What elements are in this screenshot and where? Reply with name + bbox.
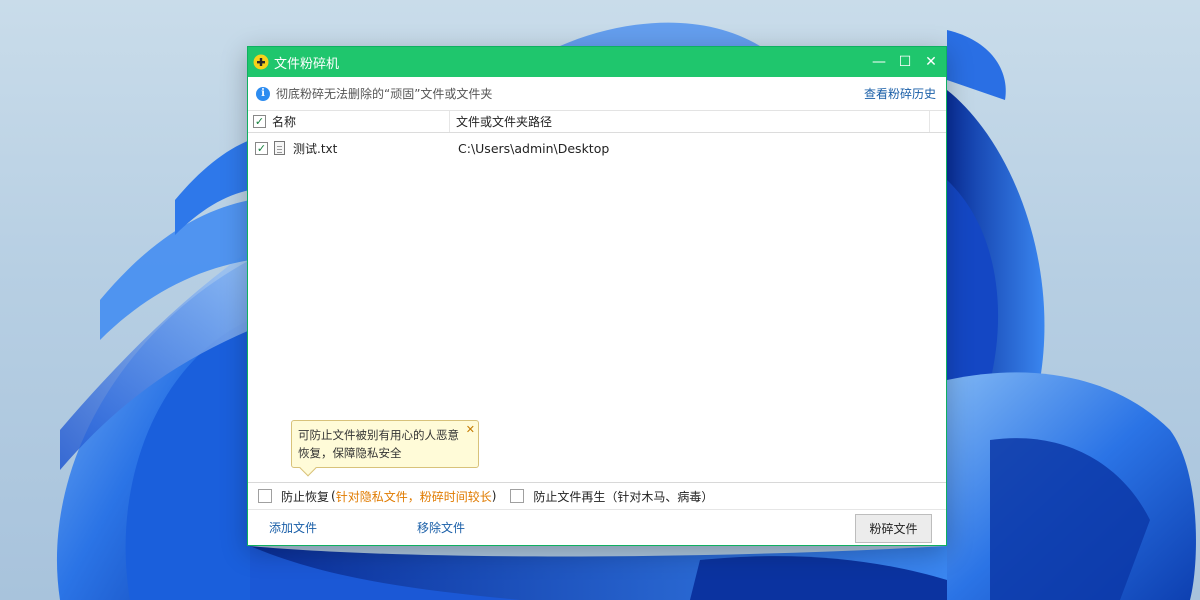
text-file-icon bbox=[274, 141, 285, 155]
maximize-button[interactable]: ☐ bbox=[894, 51, 916, 73]
column-path-label: 文件或文件夹路径 bbox=[456, 115, 553, 129]
window-title: 文件粉碎机 bbox=[274, 56, 340, 72]
file-list-header: 名称 文件或文件夹路径 bbox=[248, 111, 946, 133]
remove-files-link[interactable]: 移除文件 bbox=[417, 519, 465, 536]
prevent-recovery-tooltip: 可防止文件被别有用心的人恶意 恢复，保障隐私安全 ✕ bbox=[291, 420, 479, 477]
select-all-checkbox[interactable] bbox=[253, 115, 266, 128]
prevent-regeneration-checkbox[interactable] bbox=[510, 489, 525, 503]
column-header-path[interactable]: 文件或文件夹路径 bbox=[450, 111, 930, 132]
file-path: C:\Users\admin\Desktop bbox=[458, 140, 610, 156]
shredder-app-icon bbox=[253, 54, 269, 70]
title-bar[interactable]: 文件粉碎机 — ☐ ✕ bbox=[248, 47, 946, 77]
tooltip-close-icon[interactable]: ✕ bbox=[466, 421, 475, 439]
tooltip-arrow bbox=[299, 459, 317, 477]
file-name: 测试.txt bbox=[293, 141, 338, 156]
info-bar: i 彻底粉碎无法删除的“顽固”文件或文件夹 查看粉碎历史 bbox=[248, 77, 946, 111]
column-header-filler bbox=[930, 111, 946, 132]
prevent-recovery-checkbox[interactable] bbox=[258, 489, 272, 503]
prevent-recovery-note-close: ) bbox=[491, 489, 497, 503]
tooltip-line-1: 可防止文件被别有用心的人恶意 bbox=[298, 428, 459, 442]
shred-files-button[interactable]: 粉碎文件 bbox=[855, 514, 932, 543]
column-header-name[interactable]: 名称 bbox=[248, 111, 450, 132]
prevent-recovery-option[interactable]: 防止恢复 ( 针对隐私文件，粉碎时间较长 ) bbox=[258, 488, 496, 505]
prevent-regeneration-option[interactable]: 防止文件再生（针对木马、病毒） bbox=[510, 488, 713, 505]
view-shred-history-link[interactable]: 查看粉碎历史 bbox=[864, 85, 936, 102]
add-files-link[interactable]: 添加文件 bbox=[269, 519, 317, 536]
file-row-checkbox[interactable] bbox=[255, 141, 268, 155]
file-row[interactable]: 测试.txt C:\Users\admin\Desktop bbox=[248, 133, 946, 163]
tooltip-line-2: 恢复，保障隐私安全 bbox=[298, 446, 402, 460]
prevent-recovery-label: 防止恢复 bbox=[281, 489, 330, 504]
info-text: 彻底粉碎无法删除的“顽固”文件或文件夹 bbox=[276, 87, 493, 101]
footer-bar: 添加文件 移除文件 粉碎文件 bbox=[248, 509, 946, 545]
prevent-regeneration-label: 防止文件再生（针对木马、病毒） bbox=[533, 489, 714, 504]
prevent-recovery-note: 针对隐私文件，粉碎时间较长 bbox=[335, 489, 492, 504]
shredder-window: 文件粉碎机 — ☐ ✕ i 彻底粉碎无法删除的“顽固”文件或文件夹 查看粉碎历史… bbox=[247, 46, 947, 546]
close-button[interactable]: ✕ bbox=[920, 51, 942, 73]
file-name-cell: 测试.txt bbox=[248, 140, 450, 157]
minimize-button[interactable]: — bbox=[868, 51, 890, 73]
file-list[interactable]: 测试.txt C:\Users\admin\Desktop 可防止文件被别有用心… bbox=[248, 133, 946, 482]
options-bar: 防止恢复 ( 针对隐私文件，粉碎时间较长 ) 防止文件再生（针对木马、病毒） bbox=[248, 482, 946, 509]
info-icon: i bbox=[256, 86, 270, 101]
column-name-label: 名称 bbox=[272, 115, 297, 129]
